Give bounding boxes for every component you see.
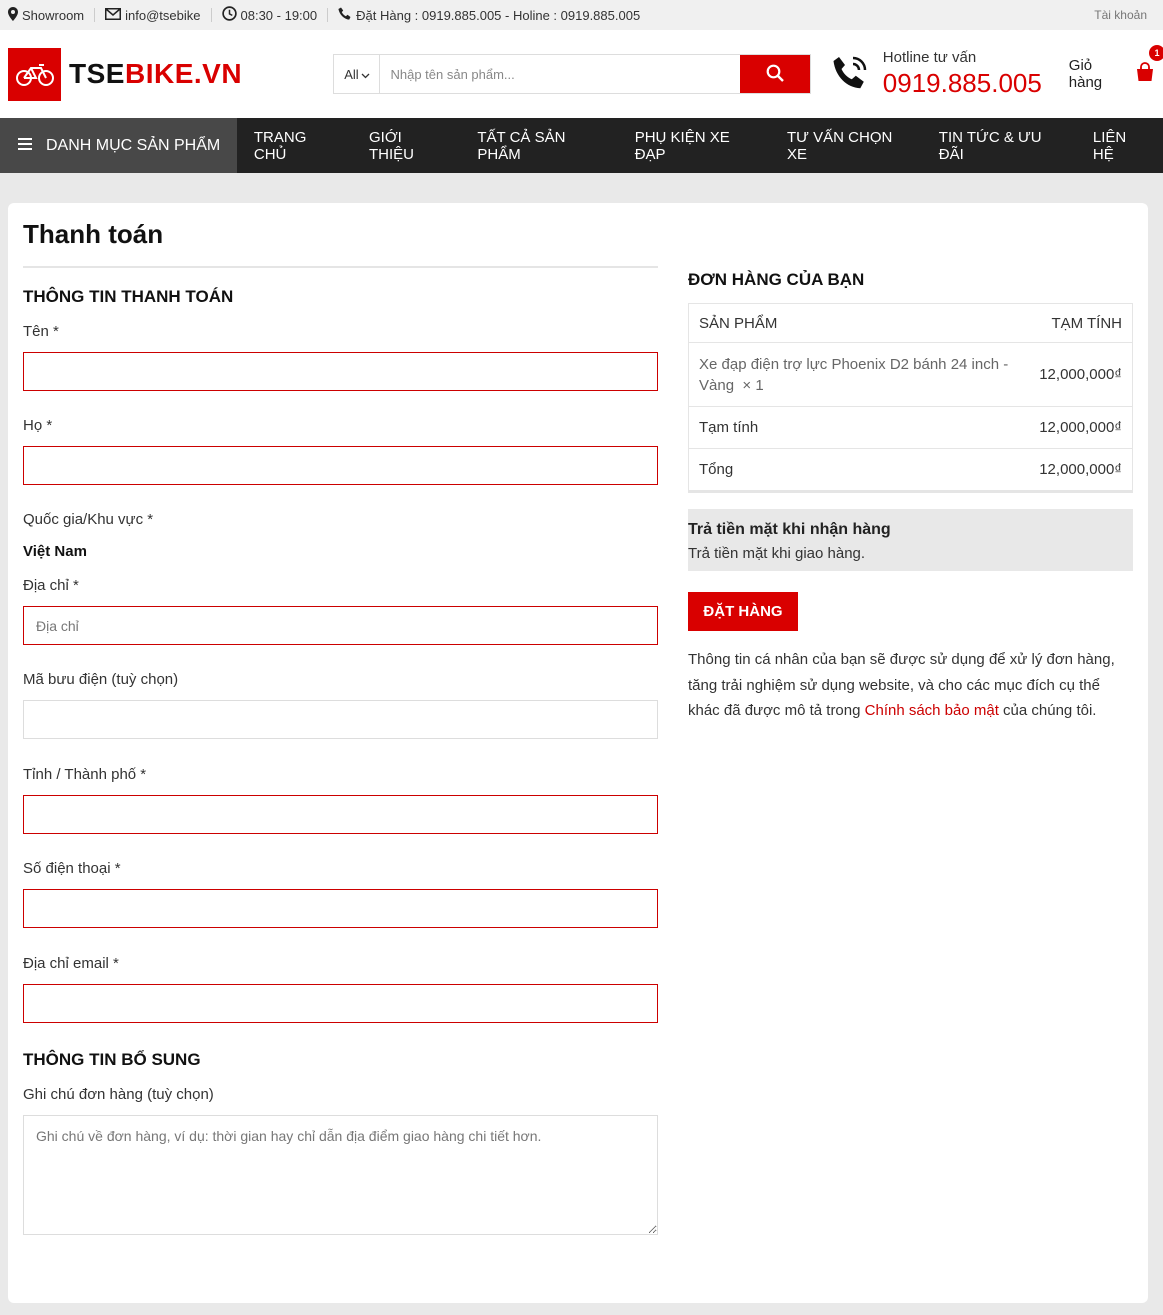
category-menu-button[interactable]: Danh mục sản phẩm	[0, 118, 237, 173]
cart-label: Giỏ hàng	[1068, 57, 1103, 91]
nav-contact[interactable]: Liên hệ	[1076, 129, 1163, 163]
country-value: Việt Nam	[23, 543, 87, 560]
payment-method-box: Trả tiền mặt khi nhận hàng Trả tiền mặt …	[688, 509, 1133, 571]
search-input[interactable]	[380, 55, 740, 93]
hotline-block[interactable]: Hotline tư vấn 0919.885.005	[831, 49, 1042, 99]
phone-ringing-icon	[831, 54, 869, 95]
email-text: info@tsebike	[125, 7, 201, 23]
email-link[interactable]: info@tsebike	[95, 7, 212, 23]
logo-wordmark: TSEBIKE.VN	[69, 58, 243, 89]
hotline-label: Hotline tư vấn	[882, 49, 977, 66]
country-label: Quốc gia/Khu vực *	[23, 511, 154, 528]
phone-label: Số điện thoại *	[23, 860, 121, 877]
col-subtotal-header: Tạm tính	[1051, 314, 1122, 332]
shopping-bag-icon	[1135, 62, 1155, 86]
total-row: Tổng 12,000,000₫	[689, 448, 1132, 490]
phones-text: Đặt Hàng : 0919.885.005 - Holine : 0919.…	[356, 7, 641, 23]
envelope-icon	[105, 7, 122, 23]
title-divider	[23, 266, 658, 268]
payment-method-title: Trả tiền mặt khi nhận hàng	[688, 521, 891, 538]
postcode-label: Mã bưu điện (tuỳ chọn)	[23, 671, 179, 688]
order-table-header: Sản phẩm Tạm tính	[689, 304, 1132, 342]
subtotal-row: Tạm tính 12,000,000₫	[689, 406, 1132, 448]
address-field[interactable]	[23, 606, 658, 645]
city-field[interactable]	[23, 795, 658, 834]
site-logo[interactable]: TSEBIKE.VN	[8, 47, 333, 101]
checkout-card: Thanh toán Thông tin thanh toán Tên * Họ…	[8, 203, 1148, 1303]
order-notes-field[interactable]	[23, 1115, 658, 1235]
hours-text: 08:30 - 19:00	[240, 7, 318, 23]
showroom-link[interactable]: Showroom	[8, 6, 96, 24]
email-field[interactable]	[23, 984, 658, 1023]
search-button[interactable]	[739, 55, 810, 93]
nav-bike-advice[interactable]: Tư vấn chọn xe	[770, 129, 922, 163]
col-product-header: Sản phẩm	[699, 314, 778, 332]
payment-method-desc: Trả tiền mặt khi giao hàng.	[688, 545, 866, 562]
privacy-policy-link[interactable]: Chính sách bảo mật	[865, 702, 999, 719]
cart-button[interactable]: Giỏ hàng 1	[1068, 45, 1163, 91]
nav-all-products[interactable]: Tất cả sản phẩm	[460, 129, 617, 163]
nav-about[interactable]: Giới thiệu	[352, 129, 460, 163]
location-pin-icon	[8, 6, 18, 24]
top-bar: Showroom info@tsebike 08:30 - 19:00 Đặt …	[0, 0, 1163, 30]
billing-heading: Thông tin thanh toán	[23, 287, 234, 306]
additional-info-heading: Thông tin bổ sung	[23, 1050, 201, 1069]
total-value: 12,000,000₫	[1039, 461, 1122, 478]
page-title: Thanh toán	[23, 219, 164, 249]
search-bar: All	[333, 54, 811, 94]
hotline-number: 0919.885.005	[882, 68, 1042, 98]
category-menu-label: Danh mục sản phẩm	[46, 136, 221, 154]
first-name-field[interactable]	[23, 352, 658, 391]
subtotal-label: Tạm tính	[699, 419, 759, 436]
city-label: Tỉnh / Thành phố *	[23, 766, 147, 783]
product-name-cell: Xe đạp điện trợ lực Phoenix D2 bánh 24 i…	[699, 355, 1009, 394]
email-label: Địa chỉ email *	[23, 955, 119, 972]
account-link[interactable]: Tài khoản	[1094, 8, 1155, 22]
order-heading: Đơn hàng của bạn	[688, 270, 865, 289]
total-label: Tổng	[699, 461, 734, 478]
clock-icon	[221, 6, 237, 24]
last-name-label: Họ *	[23, 417, 53, 434]
chevron-down-icon	[361, 67, 370, 82]
nav-home[interactable]: Trang chủ	[237, 129, 352, 163]
showroom-label: Showroom	[22, 7, 85, 23]
cart-count-badge: 1	[1149, 45, 1163, 61]
order-notes-label: Ghi chú đơn hàng (tuỳ chọn)	[23, 1086, 214, 1103]
phone-icon	[338, 7, 352, 24]
phone-info[interactable]: Đặt Hàng : 0919.885.005 - Holine : 0919.…	[328, 7, 650, 24]
subtotal-value: 12,000,000₫	[1039, 419, 1122, 436]
address-label: Địa chỉ *	[23, 577, 79, 594]
product-qty: × 1	[742, 376, 764, 394]
privacy-notice: Thông tin cá nhân của bạn sẽ được sử dụn…	[688, 651, 1115, 719]
phone-field[interactable]	[23, 889, 658, 928]
search-category-select[interactable]: All	[334, 55, 381, 93]
search-icon	[766, 64, 784, 85]
nav-accessories[interactable]: Phụ kiện xe đạp	[618, 129, 770, 163]
hours-info: 08:30 - 19:00	[212, 6, 329, 24]
nav-news[interactable]: Tin tức & ưu đãi	[922, 129, 1076, 163]
postcode-field[interactable]	[23, 700, 658, 739]
last-name-field[interactable]	[23, 446, 658, 485]
first-name-label: Tên *	[23, 323, 59, 340]
product-price: 12,000,000₫	[1039, 366, 1122, 383]
table-row: Xe đạp điện trợ lực Phoenix D2 bánh 24 i…	[689, 342, 1132, 406]
hamburger-icon	[18, 137, 32, 155]
place-order-button[interactable]: Đặt hàng	[688, 592, 798, 631]
order-table: Sản phẩm Tạm tính Xe đạp điện trợ lực Ph…	[688, 303, 1133, 493]
main-nav: Danh mục sản phẩm Trang chủ Giới thiệu T…	[0, 118, 1163, 173]
bicycle-icon	[8, 47, 61, 101]
site-header: TSEBIKE.VN All Hotline tư vấn 0919.885.0…	[0, 30, 1163, 118]
